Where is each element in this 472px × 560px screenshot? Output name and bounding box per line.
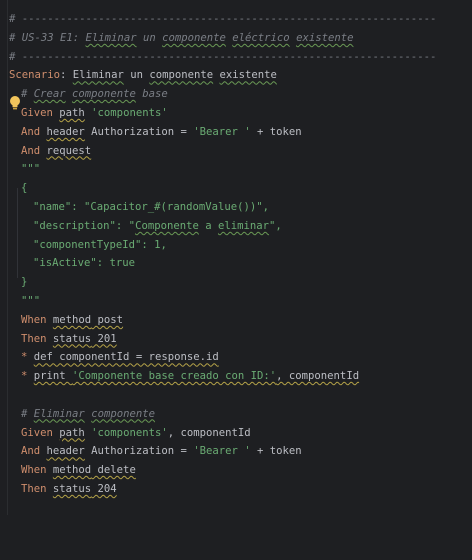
- code-token: 'components': [84, 426, 168, 439]
- code-line-when1[interactable]: When method post: [9, 311, 472, 330]
- code-line-name[interactable]: "name": "Capacitor_#(randomValue())",: [9, 198, 472, 217]
- code-token: 204: [91, 482, 117, 495]
- code-token: path: [59, 106, 85, 119]
- code-token: Eliminar: [72, 69, 124, 82]
- code-token: def componentId = response.id: [33, 351, 219, 364]
- code-content[interactable]: # --------------------------------------…: [9, 10, 472, 499]
- code-line-and1[interactable]: And header Authorization = 'Bearer ' + t…: [9, 123, 472, 142]
- code-token: And: [21, 144, 47, 157]
- code-token: 201: [91, 332, 117, 345]
- code-token: When: [21, 313, 53, 326]
- code-token: "description": ": [33, 219, 136, 232]
- code-line-star1[interactable]: * def componentId = response.id: [9, 348, 472, 367]
- code-token: """: [21, 163, 41, 176]
- code-token: base: [135, 88, 168, 101]
- code-token: """: [21, 294, 41, 307]
- code-line-doc1[interactable]: """: [9, 160, 472, 179]
- code-line-brace2[interactable]: }: [9, 273, 472, 292]
- code-token: 'components': [84, 106, 168, 119]
- code-token: Eliminar: [33, 407, 85, 420]
- code-line-sep1[interactable]: # --------------------------------------…: [9, 10, 472, 29]
- code-token: post: [91, 313, 124, 326]
- code-token: #: [21, 88, 34, 101]
- code-token: ",: [269, 219, 282, 232]
- code-token: delete: [91, 464, 136, 477]
- code-token: componente: [149, 69, 214, 82]
- code-line-then2[interactable]: Then status 204: [9, 480, 472, 499]
- code-line-blank1[interactable]: [9, 386, 472, 405]
- code-token: And: [21, 125, 47, 138]
- code-token: existente: [219, 69, 277, 82]
- code-token: status: [52, 482, 92, 495]
- code-token: Then: [21, 332, 53, 345]
- code-token: Componente: [135, 219, 199, 232]
- code-token: 'Componente base creado con ID:': [72, 370, 277, 383]
- code-token: #: [21, 407, 34, 420]
- code-token: eléctrico: [232, 31, 290, 44]
- code-token: Crear: [33, 88, 66, 101]
- code-line-doc2[interactable]: """: [9, 292, 472, 311]
- code-token: method: [52, 313, 92, 326]
- gutter-separator: [7, 0, 8, 515]
- code-token: 'Bearer ': [193, 125, 251, 138]
- code-token: , componentId: [276, 370, 360, 383]
- code-token: *: [21, 351, 34, 364]
- code-token: "isActive": true: [33, 257, 136, 270]
- code-line-and3[interactable]: And header Authorization = 'Bearer ' + t…: [9, 442, 472, 461]
- code-line-then1[interactable]: Then status 201: [9, 330, 472, 349]
- code-line-title[interactable]: # US-33 E1: Eliminar un componente eléct…: [9, 29, 472, 48]
- code-token: 'Bearer ': [193, 445, 251, 458]
- code-token: :: [60, 69, 73, 82]
- code-token: un: [136, 31, 163, 44]
- code-token: "name": "Capacitor_#(randomValue())",: [33, 200, 269, 213]
- code-token: header: [46, 445, 85, 458]
- code-token: method: [52, 464, 92, 477]
- code-token: {: [21, 182, 28, 195]
- code-line-and2[interactable]: And request: [9, 142, 472, 161]
- code-line-scenario[interactable]: Scenario: Eliminar un componente existen…: [9, 66, 472, 85]
- code-token: existente: [296, 31, 354, 44]
- code-token: And: [21, 445, 47, 458]
- code-line-type[interactable]: "componentTypeId": 1,: [9, 236, 472, 255]
- code-token: # --------------------------------------…: [9, 13, 437, 25]
- code-line-given1[interactable]: Given path 'components': [9, 104, 472, 123]
- code-token: Given: [21, 106, 60, 119]
- code-token: When: [21, 464, 53, 477]
- code-token: un: [123, 69, 150, 82]
- code-token: Scenario: [9, 69, 61, 82]
- code-line-c1[interactable]: # Crear componente base: [9, 85, 472, 104]
- code-token: # --------------------------------------…: [9, 50, 437, 63]
- code-line-desc[interactable]: "description": "Componente a eliminar",: [9, 217, 472, 236]
- code-token: status: [52, 332, 92, 345]
- code-token: + token: [250, 125, 302, 138]
- code-token: Authorization =: [84, 445, 194, 458]
- code-token: "componentTypeId": 1,: [33, 238, 167, 251]
- code-line-given2[interactable]: Given path 'components', componentId: [9, 424, 472, 443]
- code-token: Authorization =: [84, 125, 194, 138]
- code-token: componente: [91, 407, 155, 420]
- code-line-active[interactable]: "isActive": true: [9, 254, 472, 273]
- code-token: a: [198, 219, 218, 232]
- code-token: Then: [21, 482, 53, 495]
- code-token: print: [33, 370, 73, 383]
- code-editor[interactable]: # --------------------------------------…: [0, 0, 472, 560]
- code-line-star2[interactable]: * print 'Componente base creado con ID:'…: [9, 367, 472, 386]
- code-token: , componentId: [167, 426, 251, 439]
- code-token: eliminar: [217, 219, 270, 232]
- code-line-when2[interactable]: When method delete: [9, 461, 472, 480]
- code-token: header: [46, 125, 85, 138]
- code-token: *: [21, 370, 34, 383]
- code-token: # US-33 E1:: [9, 31, 86, 44]
- code-token: }: [21, 276, 28, 289]
- code-token: Given: [21, 426, 60, 439]
- code-line-sep2[interactable]: # --------------------------------------…: [9, 48, 472, 67]
- code-line-c2[interactable]: # Eliminar componente: [9, 405, 472, 424]
- code-token: request: [46, 144, 92, 157]
- code-line-brace1[interactable]: {: [9, 179, 472, 198]
- code-token: componente: [72, 88, 136, 101]
- code-token: componente: [162, 31, 226, 44]
- code-token: Eliminar: [85, 31, 137, 44]
- code-token: + token: [250, 445, 302, 458]
- code-token: path: [59, 426, 85, 439]
